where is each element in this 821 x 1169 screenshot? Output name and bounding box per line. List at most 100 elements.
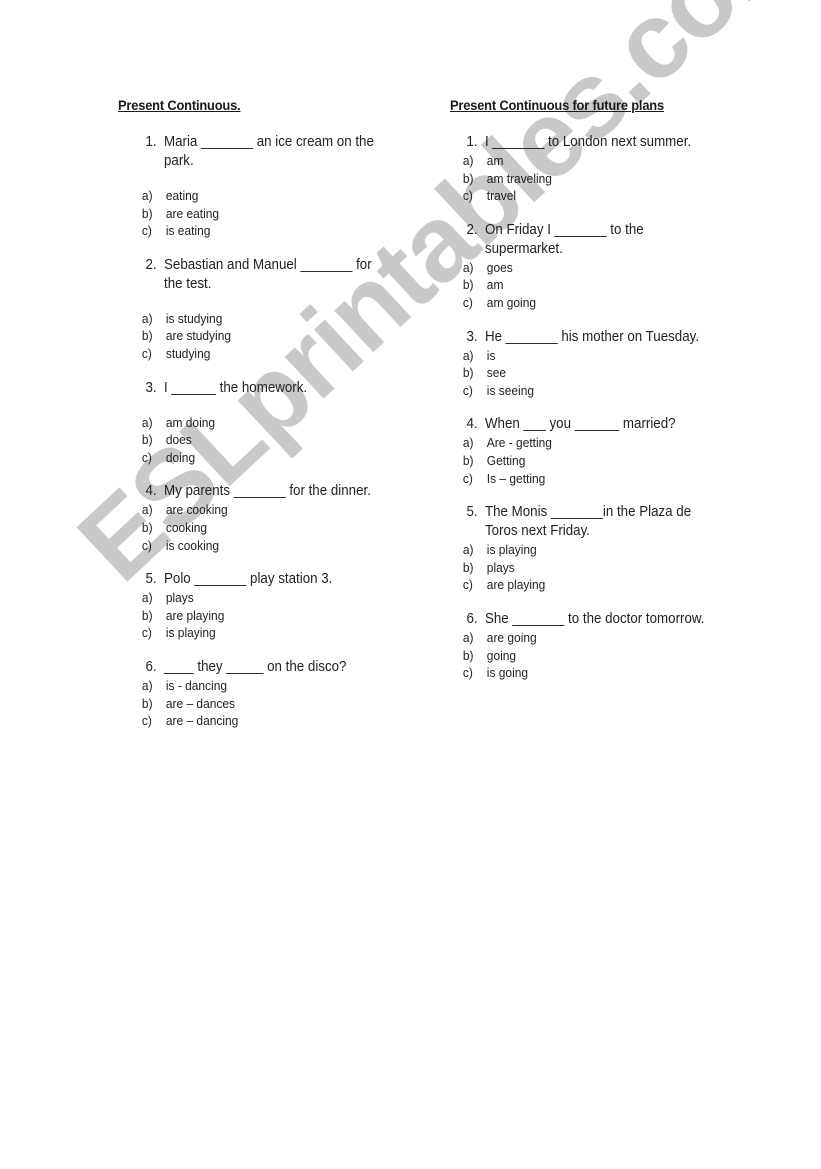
answer-option: b) does xyxy=(118,431,385,449)
option-letter: a) xyxy=(141,590,153,606)
question-number: 6. xyxy=(145,658,157,675)
question-item: 6. ____ they _____ on the disco? a) is - da… xyxy=(118,658,385,730)
question-prompt: 5. The Monis _______in the Plaza de Toros… xyxy=(450,503,717,541)
option-letter: a) xyxy=(141,677,153,693)
option-letter: b) xyxy=(462,170,474,186)
answer-options: a) are cooking b) cooking c) is cooking xyxy=(118,501,385,554)
answer-option: a) plays xyxy=(118,589,385,607)
option-letter: c) xyxy=(141,625,152,641)
option-text: going xyxy=(486,647,517,663)
answer-option: c) is playing xyxy=(118,624,385,642)
option-letter: c) xyxy=(462,382,473,398)
option-letter: c) xyxy=(462,294,473,310)
question-item: 4. My parents _______ for the dinner. a) ar… xyxy=(118,482,385,554)
answer-options: a) is b) see c) is seeing xyxy=(450,347,717,400)
option-text: are eating xyxy=(165,205,220,221)
answer-option: b) plays xyxy=(450,559,717,577)
question-text: On Friday I _______ to the supermarket. xyxy=(484,221,644,257)
option-letter: a) xyxy=(462,347,474,363)
question-item: 5. The Monis _______in the Plaza de Toros… xyxy=(450,503,717,594)
answer-option: c) is seeing xyxy=(450,382,717,400)
answer-options: a) is studying b) are studying c) studying xyxy=(118,310,385,363)
option-text: travel xyxy=(486,188,517,204)
question-text: She _______ to the doctor tomorrow. xyxy=(484,610,705,627)
question-text: When ___ you ______ married? xyxy=(484,416,676,433)
question-number: 2. xyxy=(466,221,478,238)
answer-option: a) is - dancing xyxy=(118,677,385,695)
question-text: Maria _______ an ice cream on the park. xyxy=(164,134,374,169)
option-text: Getting xyxy=(486,452,526,468)
answer-option: b) am traveling xyxy=(450,170,717,188)
answer-option: a) eating xyxy=(118,187,385,205)
answer-option: a) is playing xyxy=(450,541,717,559)
answer-option: a) are cooking xyxy=(118,501,385,519)
option-text: Is – getting xyxy=(486,470,546,486)
option-letter: b) xyxy=(141,695,153,711)
option-text: eating xyxy=(165,188,199,203)
option-text: is eating xyxy=(165,223,211,239)
answer-option: b) Getting xyxy=(450,452,717,470)
answer-option: a) are going xyxy=(450,629,717,647)
question-prompt: 6. She _______ to the doctor tomorrow. xyxy=(450,610,717,629)
answer-option: b) are – dances xyxy=(118,695,385,713)
option-text: doing xyxy=(165,449,196,465)
question-number: 5. xyxy=(145,571,157,588)
answer-option: a) is studying xyxy=(118,310,385,328)
question-text: My parents _______ for the dinner. xyxy=(164,483,371,500)
answer-option: a) Are - getting xyxy=(450,434,717,452)
answer-option: c) doing xyxy=(118,449,385,467)
option-text: are studying xyxy=(165,328,232,344)
question-number: 5. xyxy=(466,504,478,521)
question-prompt: 2. On Friday I _______ to the supermarket… xyxy=(450,221,717,259)
question-prompt: 3. I ______ the homework. xyxy=(118,379,385,398)
answer-options: a) is playing b) plays c) are playing xyxy=(450,541,717,594)
option-text: are playing xyxy=(486,577,546,593)
option-text: is - dancing xyxy=(165,677,228,693)
question-item: 1. I _______ to London next summer. a) am b)… xyxy=(450,133,717,205)
option-letter: b) xyxy=(462,277,474,293)
answer-options: a) Are - getting b) Getting c) Is – getting xyxy=(450,434,717,487)
left-question-list: 1. Maria _______ an ice cream on the park… xyxy=(118,133,385,730)
option-letter: a) xyxy=(141,310,153,326)
question-text: He _______ his mother on Tuesday. xyxy=(484,328,700,345)
option-letter: b) xyxy=(462,452,474,468)
question-prompt: 3. He _______ his mother on Tuesday. xyxy=(450,328,717,347)
question-text: ____ they _____ on the disco? xyxy=(164,658,347,675)
option-text: Are - getting xyxy=(486,435,552,451)
answer-option: c) am going xyxy=(450,294,717,312)
answer-options: a) am b) am traveling c) travel xyxy=(450,152,717,205)
option-text: plays xyxy=(165,590,194,606)
option-letter: a) xyxy=(141,188,153,203)
answer-option: c) travel xyxy=(450,187,717,205)
answer-option: a) am doing xyxy=(118,414,385,432)
answer-options: a) eating b) are eating c) is eating xyxy=(118,187,385,240)
option-text: is playing xyxy=(486,542,537,558)
question-prompt: 5. Polo _______ play station 3. xyxy=(118,570,385,589)
option-letter: c) xyxy=(462,665,473,681)
option-text: am doing xyxy=(165,414,216,430)
answer-option: b) are playing xyxy=(118,607,385,625)
right-column: Present Continuous for future plans 1. I … xyxy=(450,97,717,698)
option-letter: c) xyxy=(141,449,152,465)
answer-option: c) Is – getting xyxy=(450,470,717,488)
option-letter: b) xyxy=(141,328,153,344)
answer-option: c) are playing xyxy=(450,576,717,594)
option-letter: b) xyxy=(141,432,153,448)
question-item: 6. She _______ to the doctor tomorrow. a) a… xyxy=(450,610,717,682)
option-text: is going xyxy=(486,665,529,681)
option-letter: c) xyxy=(462,470,473,486)
option-text: cooking xyxy=(165,519,208,535)
question-item: 2. Sebastian and Manuel _______ for the t… xyxy=(118,256,385,363)
answer-option: b) are eating xyxy=(118,205,385,223)
answer-option: c) studying xyxy=(118,345,385,363)
answer-option: c) is going xyxy=(450,664,717,682)
option-text: plays xyxy=(486,559,515,575)
question-number: 1. xyxy=(466,134,478,150)
option-letter: a) xyxy=(462,153,474,168)
answer-option: c) are – dancing xyxy=(118,712,385,730)
option-text: is xyxy=(486,347,496,363)
answer-option: c) is eating xyxy=(118,222,385,240)
question-prompt: 4. When ___ you ______ married? xyxy=(450,415,717,434)
question-text: I ______ the homework. xyxy=(164,379,308,396)
answer-options: a) are going b) going c) is going xyxy=(450,629,717,682)
